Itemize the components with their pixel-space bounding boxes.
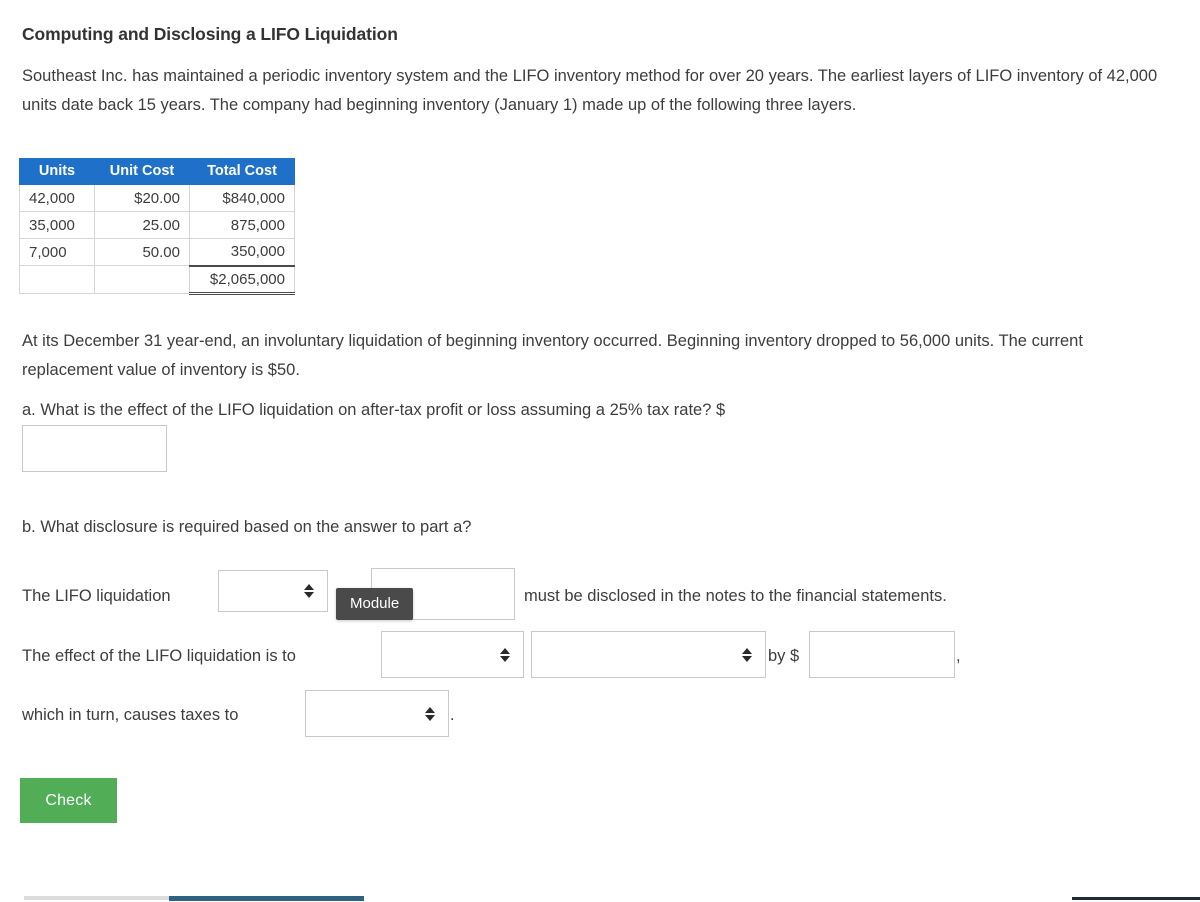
row1-label-before: The LIFO liquidation — [22, 587, 171, 605]
cell-total-cost: 350,000 — [189, 238, 295, 266]
cell-unit-cost: 25.00 — [94, 211, 190, 239]
row3-dropdown-taxes[interactable] — [305, 690, 449, 737]
row1-label-after: must be disclosed in the notes to the fi… — [524, 587, 947, 605]
cell-unit-cost-empty — [94, 265, 190, 294]
part-a-answer-input[interactable] — [22, 425, 167, 472]
part-b-question: b. What disclosure is required based on … — [22, 518, 472, 536]
cell-total-cost: $840,000 — [189, 184, 295, 212]
row2-dropdown-effect[interactable] — [381, 631, 524, 678]
cell-units-empty — [19, 265, 95, 294]
cell-total-cost: 875,000 — [189, 211, 295, 239]
table-row: 35,000 25.00 875,000 — [19, 211, 295, 239]
cell-grand-total: $2,065,000 — [189, 264, 295, 295]
lifo-layers-table: Units Unit Cost Total Cost 42,000 $20.00… — [19, 158, 295, 295]
table-row: 42,000 $20.00 $840,000 — [19, 184, 295, 212]
updown-arrows-icon — [303, 581, 314, 601]
updown-arrows-icon — [424, 704, 435, 724]
cell-unit-cost: 50.00 — [94, 238, 190, 266]
check-button[interactable]: Check — [20, 778, 117, 823]
table-total-row: $2,065,000 — [19, 264, 295, 295]
row2-label-after: , — [956, 647, 961, 665]
row2-label-middle: by $ — [768, 647, 800, 665]
column-header-unit-cost: Unit Cost — [94, 158, 190, 185]
part-a-question: a. What is the effect of the LIFO liquid… — [22, 401, 726, 419]
cell-units: 42,000 — [19, 184, 95, 212]
column-header-total-cost: Total Cost — [189, 158, 295, 185]
module-tooltip: Module — [336, 588, 414, 620]
page-title: Computing and Disclosing a LIFO Liquidat… — [22, 24, 398, 44]
cell-units: 35,000 — [19, 211, 95, 239]
cell-unit-cost: $20.00 — [94, 184, 190, 212]
row2-dropdown-account[interactable] — [531, 631, 766, 678]
row3-label-after: . — [450, 706, 455, 724]
table-header-row: Units Unit Cost Total Cost — [19, 158, 295, 185]
bottom-progress-track — [24, 896, 169, 900]
bottom-right-bar — [1072, 897, 1200, 900]
column-header-units: Units — [19, 158, 95, 185]
row1-dropdown[interactable] — [218, 570, 328, 612]
bottom-progress-bar — [169, 896, 364, 901]
question-page: Computing and Disclosing a LIFO Liquidat… — [0, 0, 1200, 902]
updown-arrows-icon — [499, 645, 510, 665]
cell-units: 7,000 — [19, 238, 95, 266]
row2-amount-input[interactable] — [809, 631, 955, 678]
liquidation-paragraph: At its December 31 year-end, an involunt… — [22, 332, 1083, 379]
row2-label-before: The effect of the LIFO liquidation is to — [22, 647, 296, 665]
table-row: 7,000 50.00 350,000 — [19, 238, 295, 266]
intro-paragraph: Southeast Inc. has maintained a periodic… — [22, 67, 1158, 114]
updown-arrows-icon — [741, 645, 752, 665]
row3-label-before: which in turn, causes taxes to — [22, 706, 239, 724]
